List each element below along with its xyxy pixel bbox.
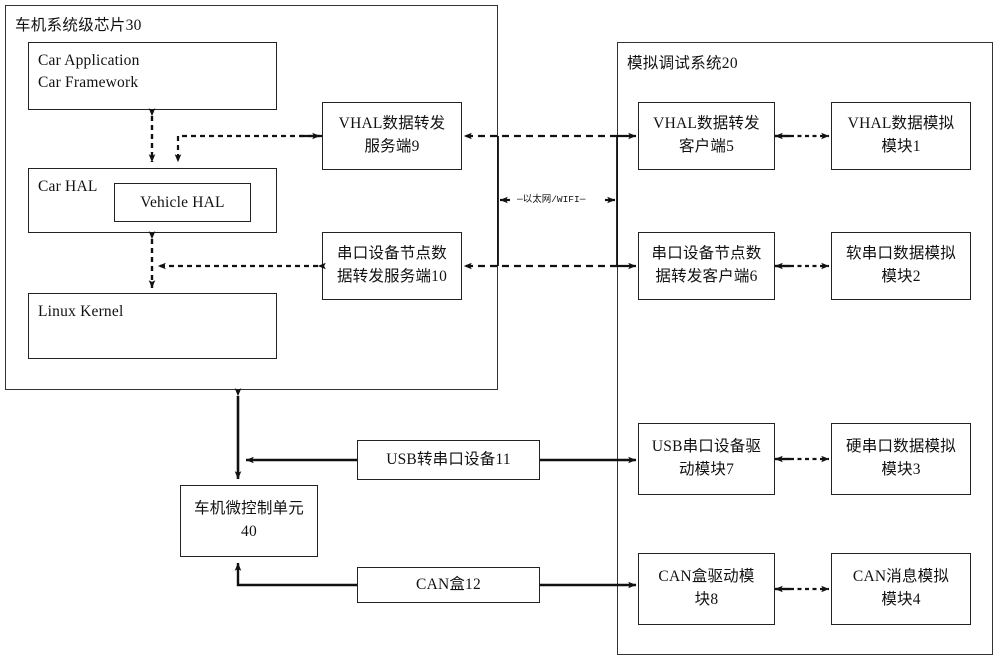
block-usb-serial-driver-module: USB串口设备驱 动模块7	[638, 423, 775, 495]
usb-driver-line2: 动模块7	[678, 461, 735, 478]
block-serial-node-forward-server: 串口设备节点数 据转发服务端10	[322, 232, 462, 300]
can-box-label: CAN盒12	[416, 576, 481, 594]
block-car-application-framework: Car Application Car Framework	[28, 42, 277, 110]
group-sim-label: 模拟调试系统20	[627, 55, 738, 72]
block-mcu: 车机微控制单元 40	[180, 485, 318, 557]
linux-kernel-label: Linux Kernel	[38, 303, 124, 320]
vhal-server-line1: VHAL数据转发	[338, 115, 446, 132]
wire-canbox-to-mcu	[234, 562, 357, 587]
serial-server-line1: 串口设备节点数	[337, 245, 447, 262]
mcu-line2: 40	[241, 523, 257, 540]
serial-client-line1: 串口设备节点数	[651, 245, 762, 262]
block-linux-kernel: Linux Kernel	[28, 293, 277, 359]
block-vhal-forward-server: VHAL数据转发 服务端9	[322, 102, 462, 170]
usb-device-label: USB转串口设备11	[386, 451, 511, 469]
soft-serial-sim-line1: 软串口数据模拟	[846, 245, 956, 262]
block-vhal-forward-client: VHAL数据转发 客户端5	[638, 102, 775, 170]
usb-driver-line1: USB串口设备驱	[651, 438, 762, 455]
block-usb-to-serial-device: USB转串口设备11	[357, 440, 540, 480]
diagram-canvas: 车机系统级芯片30 模拟调试系统20 Car Application Car F…	[0, 0, 1000, 665]
vhal-sim-line1: VHAL数据模拟	[847, 115, 955, 132]
car-framework-label: Car Framework	[38, 74, 139, 91]
vhal-client-line2: 客户端5	[678, 138, 735, 155]
soft-serial-sim-line2: 模块2	[881, 268, 921, 285]
block-vehicle-hal: Vehicle HAL	[114, 183, 251, 222]
group-soc-label: 车机系统级芯片30	[15, 17, 142, 34]
can-sim-line2: 模块4	[881, 591, 921, 608]
block-hard-serial-sim-module: 硬串口数据模拟 模块3	[831, 423, 971, 495]
vhal-client-line1: VHAL数据转发	[653, 115, 760, 132]
network-link-label: ─以太网/WIFI─	[516, 191, 587, 205]
block-vhal-sim-module: VHAL数据模拟 模块1	[831, 102, 971, 170]
can-sim-line1: CAN消息模拟	[852, 568, 950, 585]
hard-serial-sim-line1: 硬串口数据模拟	[846, 438, 956, 455]
block-can-message-sim-module: CAN消息模拟 模块4	[831, 553, 971, 625]
mcu-line1: 车机微控制单元	[194, 500, 304, 517]
block-can-box-driver-module: CAN盒驱动模 块8	[638, 553, 775, 625]
serial-server-line2: 据转发服务端10	[336, 268, 448, 285]
car-hal-label: Car HAL	[38, 178, 98, 195]
serial-client-line2: 据转发客户端6	[655, 268, 758, 285]
block-serial-node-forward-client: 串口设备节点数 据转发客户端6	[638, 232, 775, 300]
vhal-sim-line2: 模块1	[881, 138, 921, 155]
block-soft-serial-sim-module: 软串口数据模拟 模块2	[831, 232, 971, 300]
vhal-server-line2: 服务端9	[364, 138, 420, 155]
hard-serial-sim-line2: 模块3	[881, 461, 921, 478]
can-driver-line1: CAN盒驱动模	[658, 568, 755, 585]
block-can-box: CAN盒12	[357, 567, 540, 603]
car-application-label: Car Application	[38, 52, 140, 69]
can-driver-line2: 块8	[694, 591, 719, 608]
vehicle-hal-label: Vehicle HAL	[140, 193, 225, 211]
